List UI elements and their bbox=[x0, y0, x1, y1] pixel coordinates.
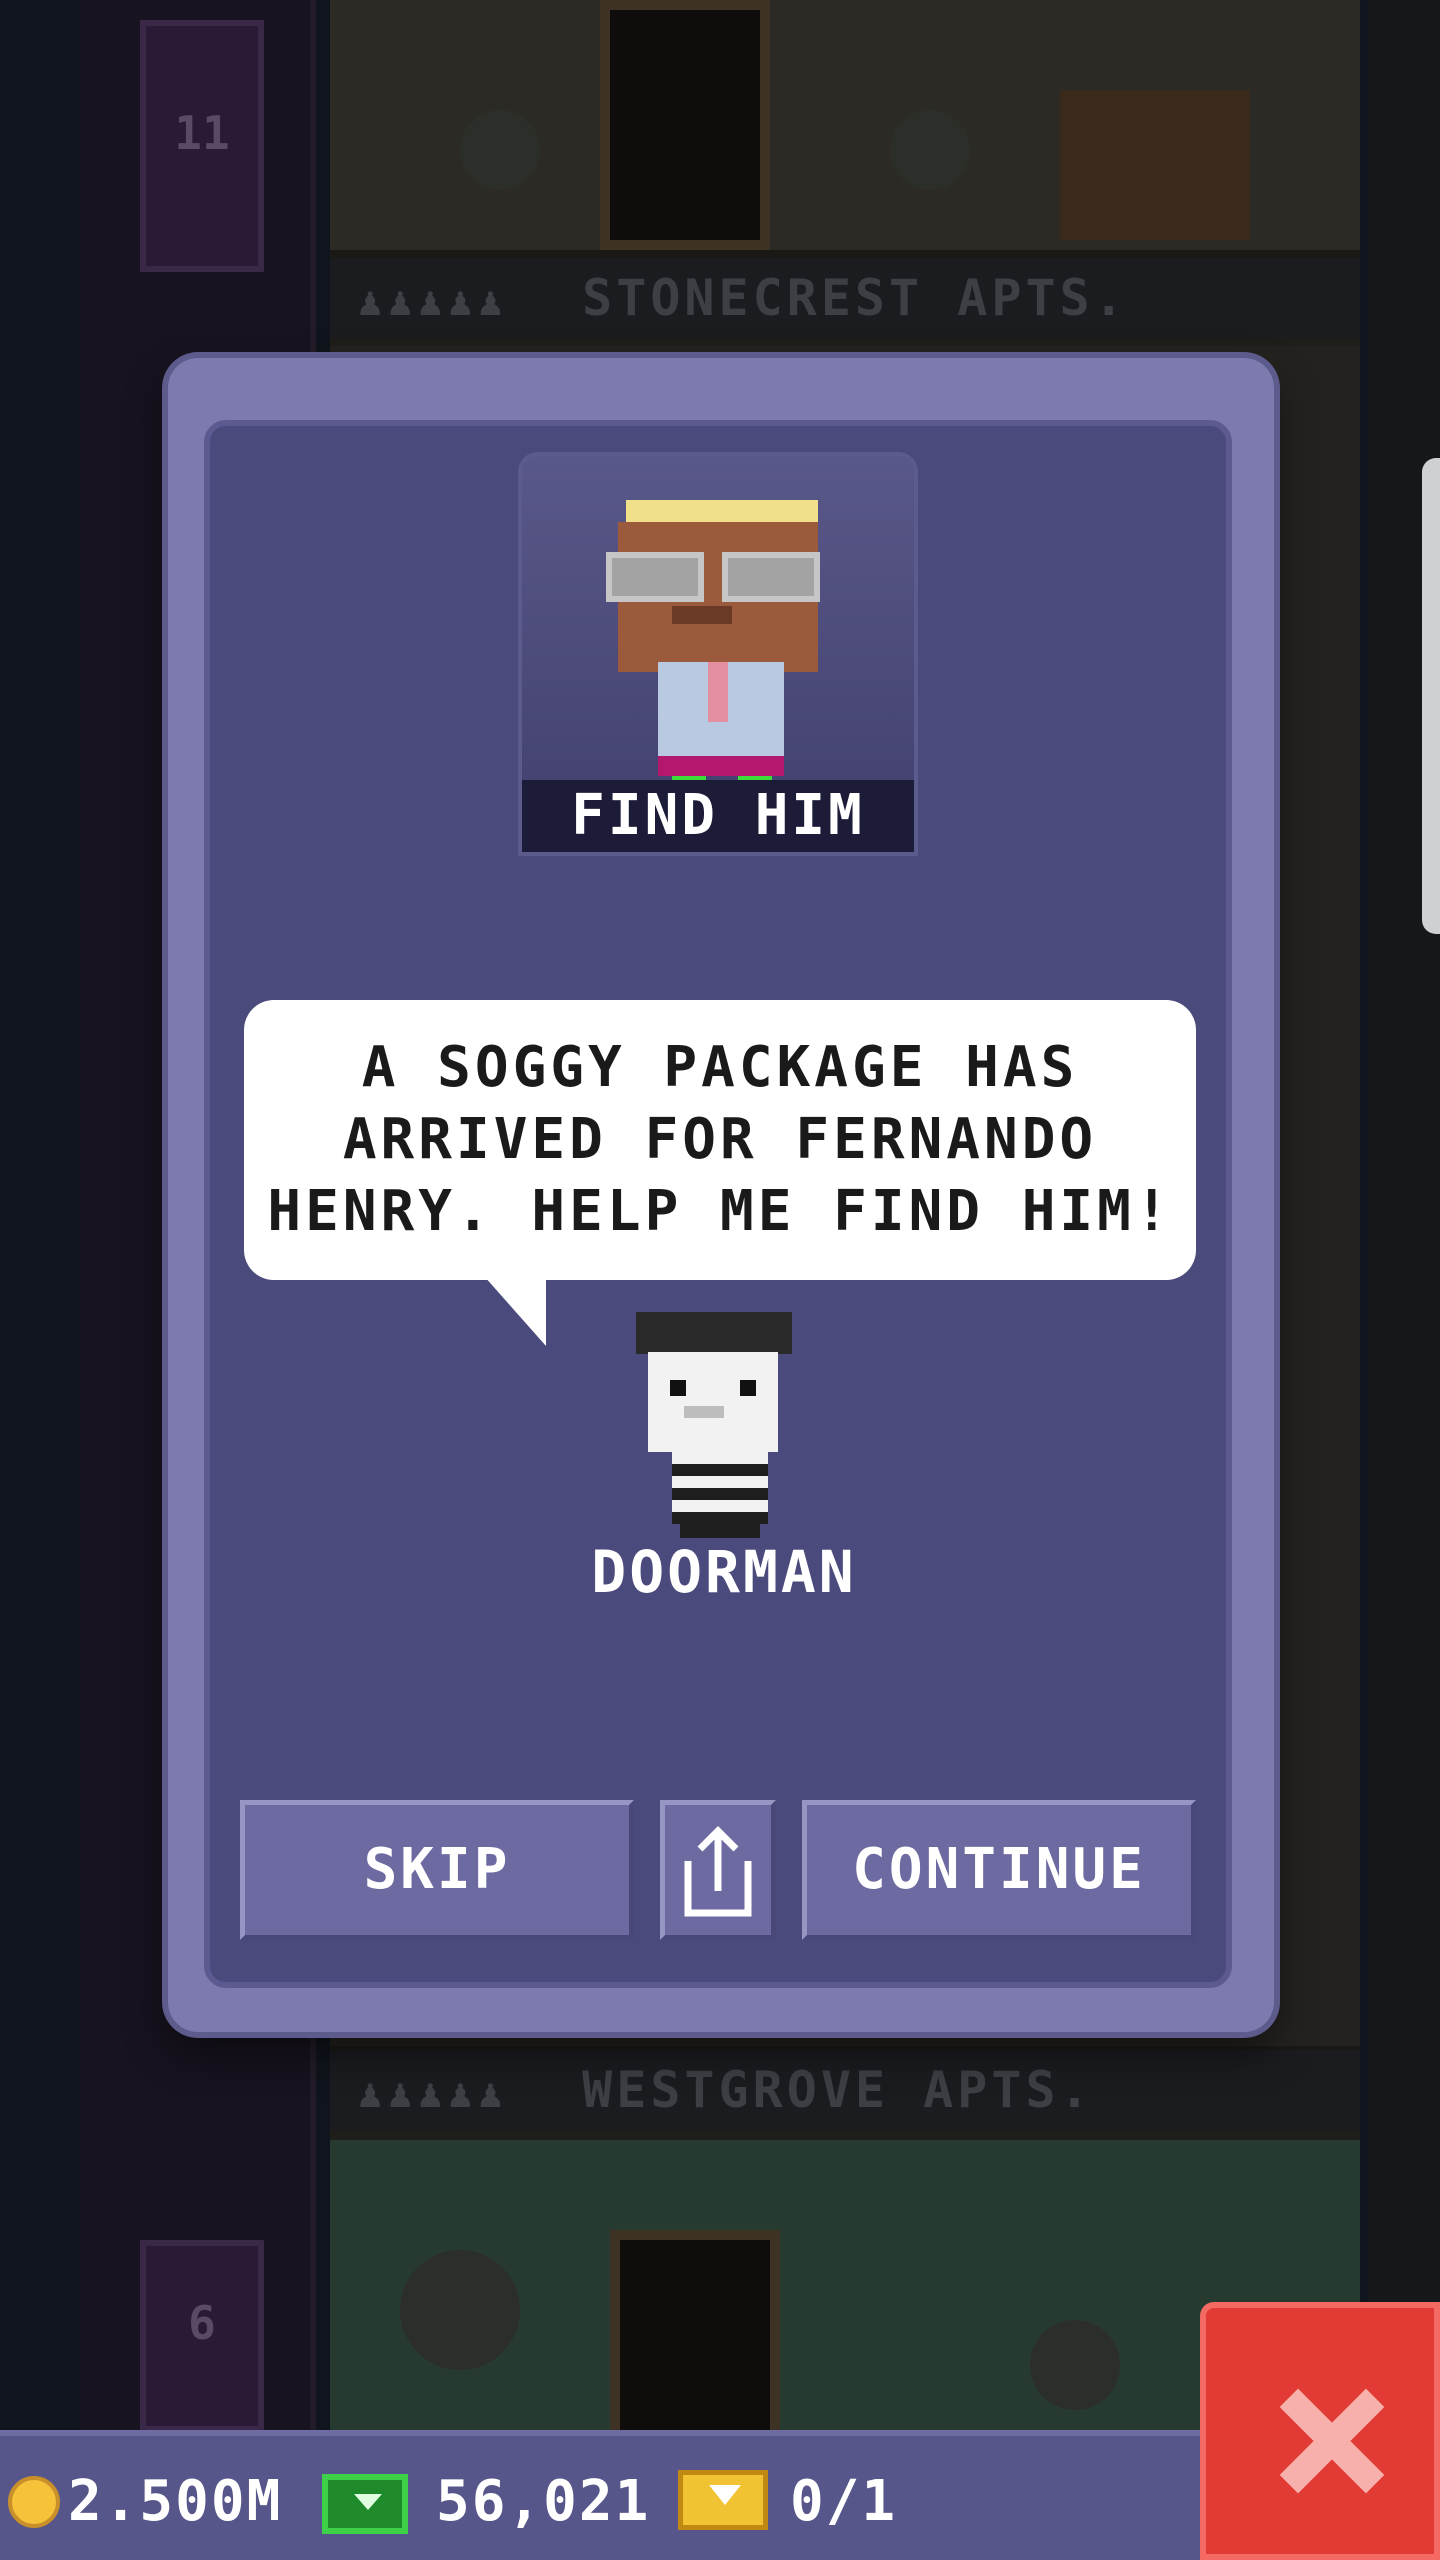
elevator-floor-number: 11 bbox=[174, 106, 230, 160]
vip-portrait-card: FIND HIM bbox=[518, 452, 918, 856]
bux-icon bbox=[322, 2474, 408, 2534]
avatar-belt bbox=[658, 756, 784, 776]
resident-sprite bbox=[1030, 2320, 1120, 2410]
mirror-decor bbox=[400, 2250, 520, 2370]
skip-button[interactable]: SKIP bbox=[240, 1800, 634, 1940]
elevator-floor-number: 6 bbox=[188, 2296, 216, 2350]
avatar-mouth bbox=[672, 606, 732, 624]
elevator-car-bottom[interactable]: 6 bbox=[140, 2240, 264, 2432]
glasses-icon bbox=[722, 552, 820, 602]
speaker-name: DOORMAN bbox=[591, 1538, 857, 1606]
scroll-handle[interactable] bbox=[1422, 458, 1440, 934]
continue-button[interactable]: CONTINUE bbox=[802, 1800, 1196, 1940]
elevator-car-top[interactable]: 11 bbox=[140, 20, 264, 272]
ticket-icon bbox=[678, 2470, 768, 2530]
doorman-legs bbox=[680, 1524, 760, 1538]
tickets-value: 0/1 bbox=[790, 2469, 898, 2534]
close-button[interactable] bbox=[1200, 2302, 1440, 2560]
floor-name: WESTGROVE APTS. bbox=[582, 2061, 1094, 2119]
resident-sprite bbox=[460, 110, 540, 190]
floor-door bbox=[610, 2230, 780, 2460]
find-him-label: FIND HIM bbox=[522, 780, 914, 852]
residents-icon: ♟♟♟♟♟ bbox=[358, 279, 509, 325]
right-edge-panel bbox=[1368, 0, 1440, 2440]
resident-sprite bbox=[890, 110, 970, 190]
floor-sign-stonecrest: ♟♟♟♟♟ STONECREST APTS. bbox=[330, 258, 1360, 338]
beret-icon bbox=[636, 1312, 792, 1354]
bux-value: 56,021 bbox=[436, 2469, 651, 2534]
coins-value: 2.500M bbox=[68, 2469, 283, 2534]
avatar-tie bbox=[708, 662, 728, 722]
doorman-mouth bbox=[684, 1406, 724, 1418]
doorman-eye bbox=[670, 1380, 686, 1396]
close-icon bbox=[1274, 2386, 1384, 2496]
speech-bubble-tail bbox=[484, 1276, 546, 1346]
coin-icon bbox=[8, 2476, 60, 2528]
share-button[interactable] bbox=[660, 1800, 776, 1940]
floor-stonecrest[interactable] bbox=[330, 0, 1360, 260]
floor-door bbox=[600, 0, 770, 250]
speech-text: A SOGGY PACKAGE HAS ARRIVED FOR FERNANDO… bbox=[267, 1035, 1173, 1244]
doorman-striped-shirt bbox=[672, 1452, 768, 1524]
glasses-icon bbox=[606, 552, 704, 602]
doorman-face bbox=[648, 1352, 778, 1452]
doorman-eye bbox=[740, 1380, 756, 1396]
speech-bubble: A SOGGY PACKAGE HAS ARRIVED FOR FERNANDO… bbox=[244, 1000, 1196, 1280]
game-screen: 11 6 ♟♟♟♟♟ STONECREST APTS. ♟♟♟♟♟ WESTGR… bbox=[0, 0, 1440, 2560]
share-icon bbox=[684, 1826, 752, 1917]
residents-icon: ♟♟♟♟♟ bbox=[358, 2071, 509, 2117]
floor-sign-westgrove: ♟♟♟♟♟ WESTGROVE APTS. bbox=[330, 2050, 1360, 2130]
fireplace bbox=[1060, 90, 1250, 240]
floor-name: STONECREST APTS. bbox=[582, 269, 1128, 327]
